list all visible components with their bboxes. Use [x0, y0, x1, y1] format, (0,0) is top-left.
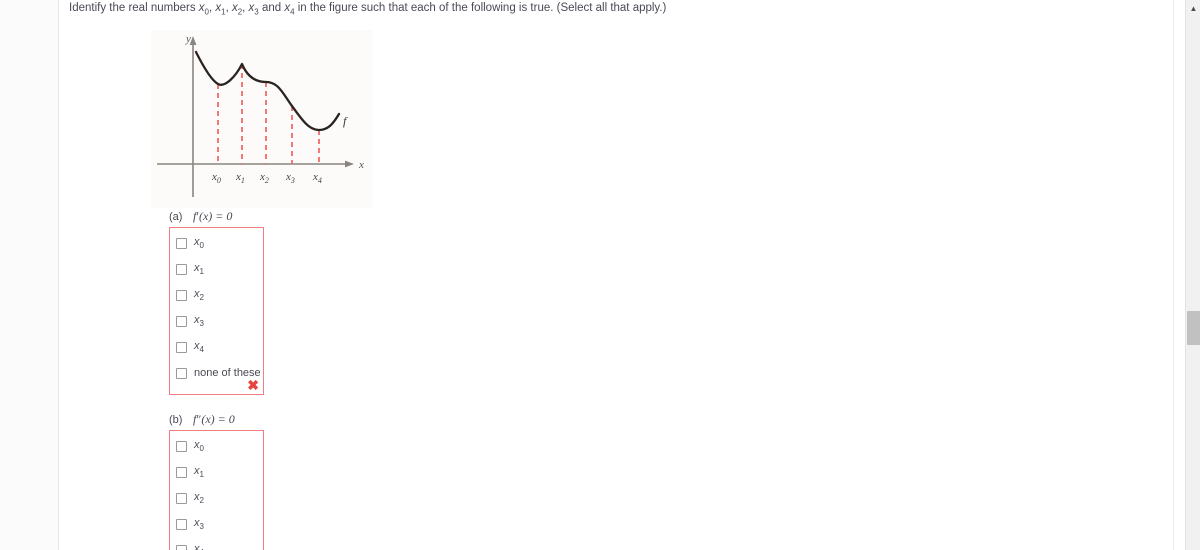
choice-label-a-x0: x0: [194, 235, 204, 251]
choice-label-a-x4: x4: [194, 339, 204, 355]
x-axis-label: x: [358, 159, 364, 171]
content-pane: Identify the real numbers x0, x1, x2, x3…: [59, 0, 1173, 550]
part-b-choice-box: x0 x1 x2 x3 x4: [169, 430, 264, 550]
question-prompt: Identify the real numbers x0, x1, x2, x3…: [69, 1, 1069, 18]
choice-row-b-1[interactable]: x1: [170, 463, 263, 481]
choice-row-b-2[interactable]: x2: [170, 489, 263, 507]
choice-row-b-0[interactable]: x0: [170, 437, 263, 455]
checkbox-b-x3[interactable]: [176, 518, 187, 530]
question-part-b: (b) f″(x) = 0 x0 x1 x2 x3 x: [169, 412, 264, 550]
choice-label-a-x3: x3: [194, 313, 204, 329]
checkbox-b-x2[interactable]: [176, 492, 187, 504]
left-gutter: [0, 0, 59, 550]
choice-row-b-3[interactable]: x3: [170, 515, 263, 533]
function-graph-figure: y x f x0 x1 x2 x3 x4: [151, 30, 373, 208]
part-b-expression: f″(x) = 0: [193, 412, 235, 426]
scroll-up-arrow-icon[interactable]: ▲: [1186, 2, 1200, 15]
page-root: Identify the real numbers x0, x1, x2, x3…: [0, 0, 1200, 550]
prompt-var-4: x4: [284, 2, 295, 17]
part-a-letter: (a): [169, 211, 183, 223]
prompt-lead: Identify the real numbers: [69, 2, 199, 14]
part-a-expression: f′(x) = 0: [193, 209, 233, 223]
choice-row-a-2[interactable]: x2: [170, 286, 263, 304]
checkbox-a-x4[interactable]: [176, 341, 187, 353]
scrollbar-thumb[interactable]: [1187, 311, 1200, 345]
choice-row-a-1[interactable]: x1: [170, 260, 263, 278]
checkbox-b-x1[interactable]: [176, 466, 187, 478]
part-a-label: (a) f′(x) = 0: [169, 209, 264, 224]
prompt-var-0: x0: [198, 2, 209, 17]
function-graph-svg: y x f x0 x1 x2 x3 x4: [151, 30, 373, 208]
prompt-sep-3: and: [258, 2, 285, 14]
checkbox-a-x3[interactable]: [176, 315, 187, 327]
part-b-label: (b) f″(x) = 0: [169, 412, 264, 427]
y-axis-label: y: [185, 33, 191, 45]
checkbox-b-x4[interactable]: [176, 544, 187, 550]
choice-row-a-0[interactable]: x0: [170, 234, 263, 252]
choice-label-b-x4: x4: [194, 542, 204, 550]
checkbox-a-none[interactable]: [176, 367, 187, 379]
checkbox-a-x2[interactable]: [176, 289, 187, 301]
choice-label-a-x1: x1: [194, 261, 204, 277]
choice-row-a-4[interactable]: x4: [170, 338, 263, 356]
vertical-scrollbar[interactable]: ▲: [1185, 0, 1200, 550]
choice-label-b-x0: x0: [194, 438, 204, 454]
question-part-a: (a) f′(x) = 0 x0 x1 x2 x3 x4 none of the…: [169, 209, 264, 395]
choice-label-b-x3: x3: [194, 516, 204, 532]
choice-label-b-x2: x2: [194, 490, 204, 506]
part-b-letter: (b): [169, 414, 183, 426]
choice-label-a-x2: x2: [194, 287, 204, 303]
prompt-var-3: x3: [248, 2, 259, 17]
checkbox-b-x0[interactable]: [176, 440, 187, 452]
choice-row-b-4[interactable]: x4: [170, 541, 263, 550]
incorrect-x-icon: ✖: [247, 377, 259, 393]
choice-label-b-x1: x1: [194, 464, 204, 480]
part-a-choice-box: x0 x1 x2 x3 x4 none of these ✖: [169, 227, 264, 395]
choice-row-a-3[interactable]: x3: [170, 312, 263, 330]
prompt-var-2: x2: [231, 2, 243, 17]
checkbox-a-x0[interactable]: [176, 237, 187, 249]
checkbox-a-x1[interactable]: [176, 263, 187, 275]
prompt-tail: in the figure such that each of the foll…: [294, 2, 667, 14]
prompt-var-1: x1: [215, 2, 226, 17]
